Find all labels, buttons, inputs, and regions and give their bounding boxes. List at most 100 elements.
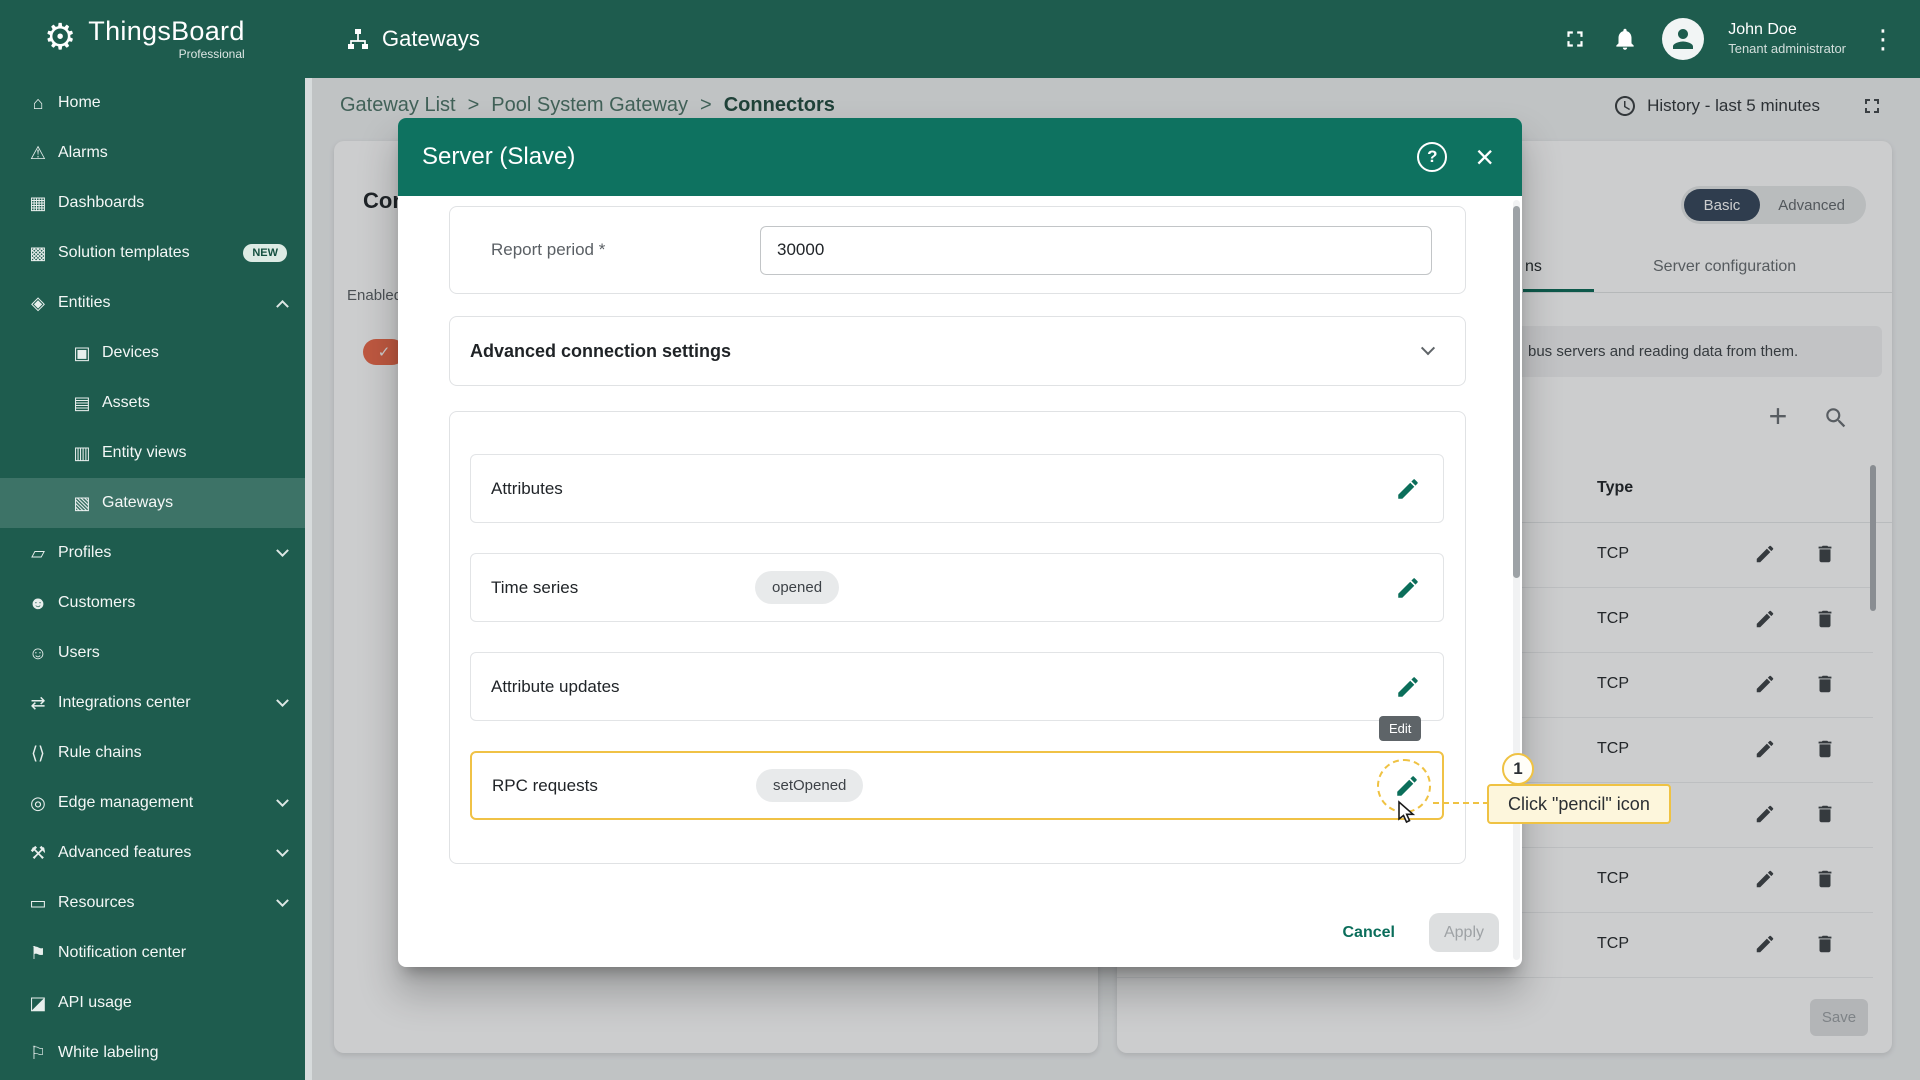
sidebar-item-dashboards[interactable]: ▦ Dashboards <box>0 178 305 228</box>
sidebar-item-solution-templates[interactable]: ▩ Solution templates NEW <box>0 228 305 278</box>
sidebar-item-edge-management[interactable]: ◎ Edge management <box>0 778 305 828</box>
sidebar-item-profiles[interactable]: ▱ Profiles <box>0 528 305 578</box>
entity-views-icon: ▥ <box>73 442 91 463</box>
sidebar-item-label: Edge management <box>58 794 194 811</box>
notifications-bell-icon[interactable] <box>1612 26 1638 52</box>
sidebar-item-label: Gateways <box>102 494 174 511</box>
chevron-down-icon <box>276 793 289 807</box>
sidebar-item-label: Entity views <box>102 444 187 461</box>
api-usage-icon: ◪ <box>29 992 47 1013</box>
sidebar-item-home[interactable]: ⌂ Home <box>0 78 305 128</box>
customers-icon: ☻ <box>28 592 48 613</box>
sidebar-item-devices[interactable]: ▣ Devices <box>0 328 305 378</box>
sidebar-scrollbar[interactable] <box>305 78 312 1080</box>
fullscreen-icon[interactable] <box>1562 26 1588 52</box>
gateways-icon: ▧ <box>73 492 91 513</box>
top-header: ⚙ ThingsBoard Professional Gateways John… <box>0 0 1920 78</box>
home-icon: ⌂ <box>32 92 44 113</box>
resources-icon: ▭ <box>29 892 47 913</box>
report-period-label: Report period * <box>491 240 606 259</box>
chevron-down-icon <box>1420 341 1436 356</box>
users-icon: ☺ <box>28 642 48 663</box>
sidebar: ⌂ Home ⚠ Alarms ▦ Dashboards ▩ Solution … <box>0 78 312 1080</box>
integrations-icon: ⇄ <box>30 692 46 713</box>
sidebar-item-white-labeling[interactable]: ⚐ White labeling <box>0 1028 305 1078</box>
card-label: Time series <box>491 577 579 597</box>
chevron-up-icon <box>276 299 289 313</box>
sidebar-item-gateways[interactable]: ▧ Gateways <box>0 478 305 528</box>
attribute-updates-card: Attribute updates <box>470 652 1444 721</box>
sidebar-item-label: API usage <box>58 994 132 1011</box>
sidebar-item-assets[interactable]: ▤ Assets <box>0 378 305 428</box>
card-label: Attribute updates <box>491 676 620 696</box>
avatar[interactable] <box>1662 18 1705 60</box>
sidebar-item-label: Rule chains <box>58 744 142 761</box>
sidebar-item-advanced-features[interactable]: ⚒ Advanced features <box>0 828 305 878</box>
dialog-scrollbar-thumb[interactable] <box>1513 206 1520 578</box>
sidebar-item-label: Dashboards <box>58 194 145 211</box>
sidebar-item-label: Home <box>58 94 101 111</box>
dashboards-icon: ▦ <box>29 192 47 213</box>
mouse-cursor-icon <box>1394 800 1418 829</box>
edit-tooltip: Edit <box>1379 716 1422 741</box>
chevron-down-icon <box>276 543 289 557</box>
sidebar-item-integrations-center[interactable]: ⇄ Integrations center <box>0 678 305 728</box>
rule-chains-icon: ⟨⟩ <box>30 742 46 763</box>
chevron-down-icon <box>276 843 289 857</box>
time-series-card: Time series opened <box>470 553 1444 622</box>
edge-management-icon: ◎ <box>30 792 46 813</box>
user-role: Tenant administrator <box>1728 40 1846 56</box>
edit-attribute-updates-pencil-icon[interactable] <box>1395 674 1421 700</box>
more-menu-icon[interactable]: ⋮ <box>1870 24 1896 55</box>
sidebar-item-label: Solution templates <box>58 244 190 261</box>
annotation-step-number: 1 <box>1502 753 1534 785</box>
sidebar-item-label: Alarms <box>58 144 108 161</box>
profiles-icon: ▱ <box>31 542 45 563</box>
brand-subtitle: Professional <box>178 47 245 62</box>
white-labeling-icon: ⚐ <box>29 1042 47 1063</box>
rpc-requests-chip: setOpened <box>756 769 864 802</box>
sidebar-item-label: Users <box>58 644 100 661</box>
sidebar-item-users[interactable]: ☺ Users <box>0 628 305 678</box>
page-title-label: Gateways <box>382 26 480 51</box>
sidebar-item-resources[interactable]: ▭ Resources <box>0 878 305 928</box>
dialog-title: Server (Slave) <box>422 143 576 170</box>
advanced-features-icon: ⚒ <box>29 842 47 863</box>
topbar-actions: John Doe Tenant administrator ⋮ <box>1562 18 1920 60</box>
sidebar-item-rule-chains[interactable]: ⟨⟩ Rule chains <box>0 728 305 778</box>
server-slave-dialog: Server (Slave) ? × Report period * Advan… <box>398 118 1522 967</box>
report-period-input[interactable] <box>760 225 1432 275</box>
apply-button[interactable]: Apply <box>1428 913 1499 952</box>
assets-icon: ▤ <box>73 392 91 413</box>
edit-time-series-pencil-icon[interactable] <box>1395 575 1421 601</box>
user-info[interactable]: John Doe Tenant administrator <box>1728 20 1846 58</box>
dialog-header: Server (Slave) ? × <box>398 118 1522 196</box>
sidebar-item-customers[interactable]: ☻ Customers <box>0 578 305 628</box>
user-name: John Doe <box>1728 21 1797 39</box>
sidebar-item-entity-views[interactable]: ▥ Entity views <box>0 428 305 478</box>
sidebar-item-api-usage[interactable]: ◪ API usage <box>0 978 305 1028</box>
screen: ⚙ ThingsBoard Professional Gateways John… <box>0 0 1920 1080</box>
edit-attributes-pencil-icon[interactable] <box>1395 476 1421 502</box>
entities-icon: ◈ <box>31 292 45 313</box>
lan-icon <box>346 27 370 51</box>
sidebar-item-alarms[interactable]: ⚠ Alarms <box>0 128 305 178</box>
dialog-footer: Cancel Apply <box>1343 913 1499 952</box>
annotation-callout-label: Click "pencil" icon <box>1487 784 1671 824</box>
sidebar-item-entities[interactable]: ◈ Entities <box>0 278 305 328</box>
brand-logo[interactable]: ⚙ ThingsBoard Professional <box>0 15 312 62</box>
sidebar-item-label: Advanced features <box>58 844 192 861</box>
advanced-connection-settings-section[interactable]: Advanced connection settings <box>449 316 1466 386</box>
logo-gear-icon: ⚙ <box>44 15 77 57</box>
sidebar-nav: ⌂ Home ⚠ Alarms ▦ Dashboards ▩ Solution … <box>0 78 305 1080</box>
report-period-group: Report period * <box>449 206 1466 294</box>
help-icon[interactable]: ? <box>1417 142 1448 172</box>
devices-icon: ▣ <box>73 342 91 363</box>
card-label: RPC requests <box>492 775 598 795</box>
cancel-button[interactable]: Cancel <box>1343 924 1395 942</box>
sidebar-item-label: Customers <box>58 594 136 611</box>
close-icon[interactable]: × <box>1475 141 1494 173</box>
section-title: Advanced connection settings <box>470 340 732 361</box>
sidebar-item-notification-center[interactable]: ⚑ Notification center <box>0 928 305 978</box>
sidebar-item-label: Integrations center <box>58 694 191 711</box>
